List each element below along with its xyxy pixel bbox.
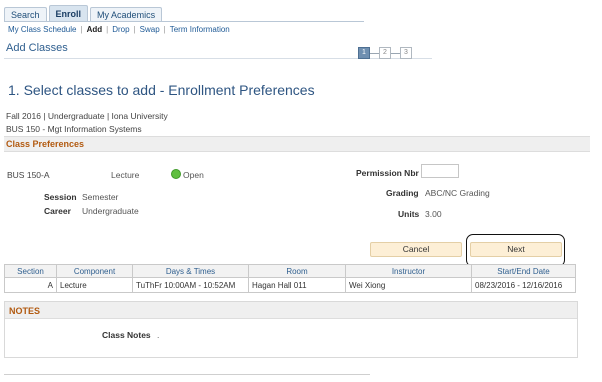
cell-component: Lecture xyxy=(56,277,133,293)
class-notes-value: . xyxy=(157,330,160,340)
tab-bar: Search Enroll My Academics xyxy=(4,4,164,22)
tab-enroll[interactable]: Enroll xyxy=(48,5,89,22)
tab-my-academics[interactable]: My Academics xyxy=(90,7,163,22)
permission-nbr-label: Permission Nbr xyxy=(356,168,419,178)
next-button-highlight xyxy=(466,234,565,267)
cell-days-times: TuThFr 10:00AM - 10:52AM xyxy=(132,277,249,293)
permission-nbr-input[interactable] xyxy=(421,164,459,178)
session-value: Semester xyxy=(82,192,119,202)
table-row: A Lecture TuThFr 10:00AM - 10:52AM Hagan… xyxy=(4,277,576,293)
cancel-button[interactable]: Cancel xyxy=(370,242,462,257)
step-connector xyxy=(391,52,400,54)
page-title: Add Classes xyxy=(6,42,68,54)
units-label: Units xyxy=(398,209,420,219)
column-header-room: Room xyxy=(248,264,346,278)
subnav-my-class-schedule[interactable]: My Class Schedule xyxy=(8,25,76,35)
open-status-icon xyxy=(171,169,181,179)
table-header-row: Section Component Days & Times Room Inst… xyxy=(4,264,576,278)
subnav-term-information[interactable]: Term Information xyxy=(170,25,230,35)
step-1: 1 xyxy=(358,47,370,59)
notes-header: NOTES xyxy=(5,302,577,319)
cell-instructor: Wei Xiong xyxy=(345,277,472,293)
column-header-section: Section xyxy=(4,264,57,278)
subnav-drop[interactable]: Drop xyxy=(112,25,129,35)
career-label: Career xyxy=(44,206,71,216)
term-line: Fall 2016 | Undergraduate | Iona Univers… xyxy=(6,111,168,121)
step-2: 2 xyxy=(379,47,391,59)
tab-divider xyxy=(4,21,364,22)
column-header-instructor: Instructor xyxy=(345,264,472,278)
class-section: BUS 150-A xyxy=(7,170,50,180)
subnav-swap[interactable]: Swap xyxy=(140,25,160,35)
column-header-days-times: Days & Times xyxy=(132,264,249,278)
class-status: Open xyxy=(183,170,204,180)
subnav-separator: | xyxy=(163,25,166,34)
step-indicator: 1 2 3 xyxy=(358,47,412,59)
subnav-add[interactable]: Add xyxy=(87,25,103,35)
units-value: 3.00 xyxy=(425,209,442,219)
class-component: Lecture xyxy=(111,170,140,180)
notes-title: NOTES xyxy=(9,306,41,316)
cell-room: Hagan Hall 011 xyxy=(248,277,346,293)
career-value: Undergraduate xyxy=(82,206,139,216)
notes-panel: NOTES Class Notes . xyxy=(4,301,578,358)
session-label: Session xyxy=(44,192,77,202)
column-header-component: Component xyxy=(56,264,133,278)
course-line: BUS 150 - Mgt Information Systems xyxy=(6,124,142,134)
grading-value[interactable]: ABC/NC Grading xyxy=(425,188,490,198)
term-info: Fall 2016 | Undergraduate | Iona Univers… xyxy=(6,110,168,136)
section-heading: 1. Select classes to add - Enrollment Pr… xyxy=(8,82,315,98)
cell-start-end-date: 08/23/2016 - 12/16/2016 xyxy=(471,277,576,293)
cell-section: A xyxy=(4,277,57,293)
class-preferences-header: Class Preferences xyxy=(4,136,590,152)
subnav-separator: | xyxy=(106,25,109,34)
bottom-divider xyxy=(4,374,370,375)
subnav-separator: | xyxy=(80,25,83,34)
class-details-table: Section Component Days & Times Room Inst… xyxy=(4,264,576,293)
class-notes-label: Class Notes xyxy=(102,330,151,340)
column-header-start-end-date: Start/End Date xyxy=(471,264,576,278)
sub-navigation: My Class Schedule | Add | Drop | Swap | … xyxy=(8,25,230,35)
step-3: 3 xyxy=(400,47,412,59)
tab-search[interactable]: Search xyxy=(4,7,47,22)
step-connector xyxy=(370,52,379,54)
class-preferences-title: Class Preferences xyxy=(6,139,85,149)
grading-label: Grading xyxy=(386,188,419,198)
subnav-separator: | xyxy=(133,25,136,34)
